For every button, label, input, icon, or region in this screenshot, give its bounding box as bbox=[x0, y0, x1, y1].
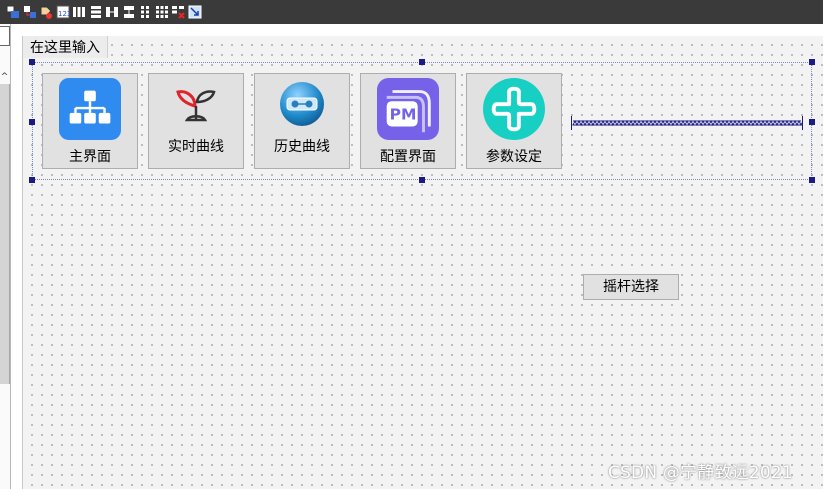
adjust-size-icon[interactable] bbox=[188, 5, 202, 19]
realtime-curve-button[interactable]: 实时曲线 bbox=[148, 73, 244, 169]
sprout-icon bbox=[172, 80, 220, 128]
realtime-curve-label: 实时曲线 bbox=[168, 139, 224, 155]
horizontal-spacer[interactable] bbox=[571, 115, 823, 130]
main-screen-label: 主界面 bbox=[69, 149, 111, 165]
layout-horizontal-splitter-icon[interactable] bbox=[105, 5, 119, 19]
left-strip-box bbox=[0, 26, 10, 46]
designer-toolbar: 123 bbox=[0, 0, 823, 24]
layout-horizontal-icon[interactable] bbox=[72, 5, 86, 19]
svg-text:123: 123 bbox=[58, 10, 70, 18]
menu-type-here[interactable]: 在这里输入 bbox=[23, 36, 108, 58]
edit-tab-order-icon[interactable]: 123 bbox=[56, 5, 70, 19]
layout-vertical-splitter-icon[interactable] bbox=[122, 5, 136, 19]
joystick-select-button[interactable]: 摇杆选择 bbox=[583, 274, 679, 300]
param-settings-label: 参数设定 bbox=[486, 149, 542, 165]
layout-grid-icon[interactable] bbox=[155, 5, 169, 19]
main-screen-button[interactable]: 主界面 bbox=[42, 73, 138, 169]
history-curve-label: 历史曲线 bbox=[274, 139, 330, 155]
break-layout-icon[interactable] bbox=[171, 5, 185, 19]
edit-widgets-icon[interactable] bbox=[6, 5, 20, 19]
edit-signals-slots-icon[interactable] bbox=[23, 5, 37, 19]
selection-handle[interactable] bbox=[419, 59, 425, 65]
selection-handle[interactable] bbox=[29, 59, 35, 65]
selection-handle[interactable] bbox=[809, 119, 815, 125]
selection-handle[interactable] bbox=[29, 177, 35, 183]
config-screen-button[interactable]: PM 配置界面 bbox=[360, 73, 456, 169]
edit-buddies-icon[interactable] bbox=[39, 5, 53, 19]
layout-vertical-icon[interactable] bbox=[89, 5, 103, 19]
selection-handle[interactable] bbox=[809, 177, 815, 183]
tape-icon bbox=[278, 80, 326, 128]
layout-form-icon[interactable] bbox=[138, 5, 152, 19]
plus-swirl-icon bbox=[483, 78, 545, 140]
history-curve-button[interactable]: 历史曲线 bbox=[254, 73, 350, 169]
chevron-up-icon[interactable]: ^ bbox=[0, 72, 9, 82]
param-settings-button[interactable]: 参数设定 bbox=[466, 73, 562, 169]
selection-handle[interactable] bbox=[29, 119, 35, 125]
left-scroll-strip: ^ bbox=[0, 24, 11, 489]
scrollbar-thumb[interactable] bbox=[0, 84, 10, 384]
pm-icon: PM bbox=[377, 78, 439, 140]
config-screen-label: 配置界面 bbox=[380, 149, 436, 165]
svg-text:PM: PM bbox=[390, 106, 417, 124]
selection-handle[interactable] bbox=[419, 177, 425, 183]
watermark: CSDN @宁静致远2021 bbox=[608, 463, 793, 483]
selection-handle[interactable] bbox=[809, 59, 815, 65]
org-chart-icon bbox=[59, 78, 121, 140]
